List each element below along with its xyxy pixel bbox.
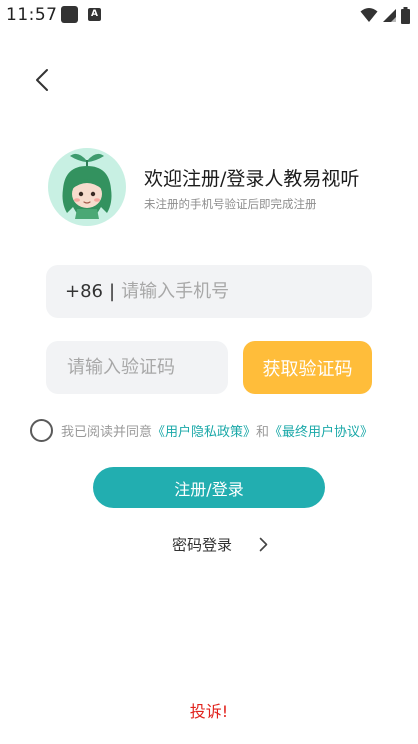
agreement-row: 我已阅读并同意 《用户隐私政策》 和 《最终用户协议》	[30, 418, 373, 442]
agreement-prefix: 我已阅读并同意	[61, 424, 153, 440]
agreement-checkbox[interactable]	[30, 418, 53, 442]
verification-code-input[interactable]	[67, 357, 217, 378]
status-icons	[360, 5, 410, 25]
phone-input[interactable]	[121, 281, 322, 302]
phone-field[interactable]: +86 |	[46, 265, 372, 318]
back-button[interactable]	[26, 62, 58, 98]
mascot-avatar	[48, 148, 126, 226]
chevron-left-icon	[36, 69, 48, 91]
country-code: +86	[65, 281, 103, 302]
welcome-title: 欢迎注册/登录人教易视听	[144, 168, 360, 190]
notification-a-icon: A	[88, 8, 101, 21]
get-code-button[interactable]: 获取验证码	[243, 341, 372, 394]
register-login-button[interactable]: 注册/登录	[93, 467, 325, 508]
status-time: 11:57	[6, 5, 58, 25]
chevron-right-icon	[259, 537, 268, 552]
notification-app-icon	[61, 6, 78, 23]
privacy-policy-link[interactable]: 《用户隐私政策》	[152, 421, 256, 440]
battery-icon	[401, 6, 410, 24]
agreement-conjunction: 和	[256, 424, 270, 440]
complain-link[interactable]: 投诉!	[0, 698, 418, 722]
password-login-label: 密码登录	[172, 535, 233, 554]
signal-icon	[383, 9, 396, 22]
code-field[interactable]	[46, 341, 228, 394]
welcome-subtitle: 未注册的手机号验证后即完成注册	[144, 197, 317, 211]
wifi-icon	[360, 8, 378, 22]
country-code-separator: |	[109, 281, 116, 302]
password-login-button[interactable]: 密码登录	[172, 531, 268, 557]
user-agreement-link[interactable]: 《最终用户协议》	[269, 421, 373, 440]
status-bar: 11:57 A	[0, 0, 418, 30]
